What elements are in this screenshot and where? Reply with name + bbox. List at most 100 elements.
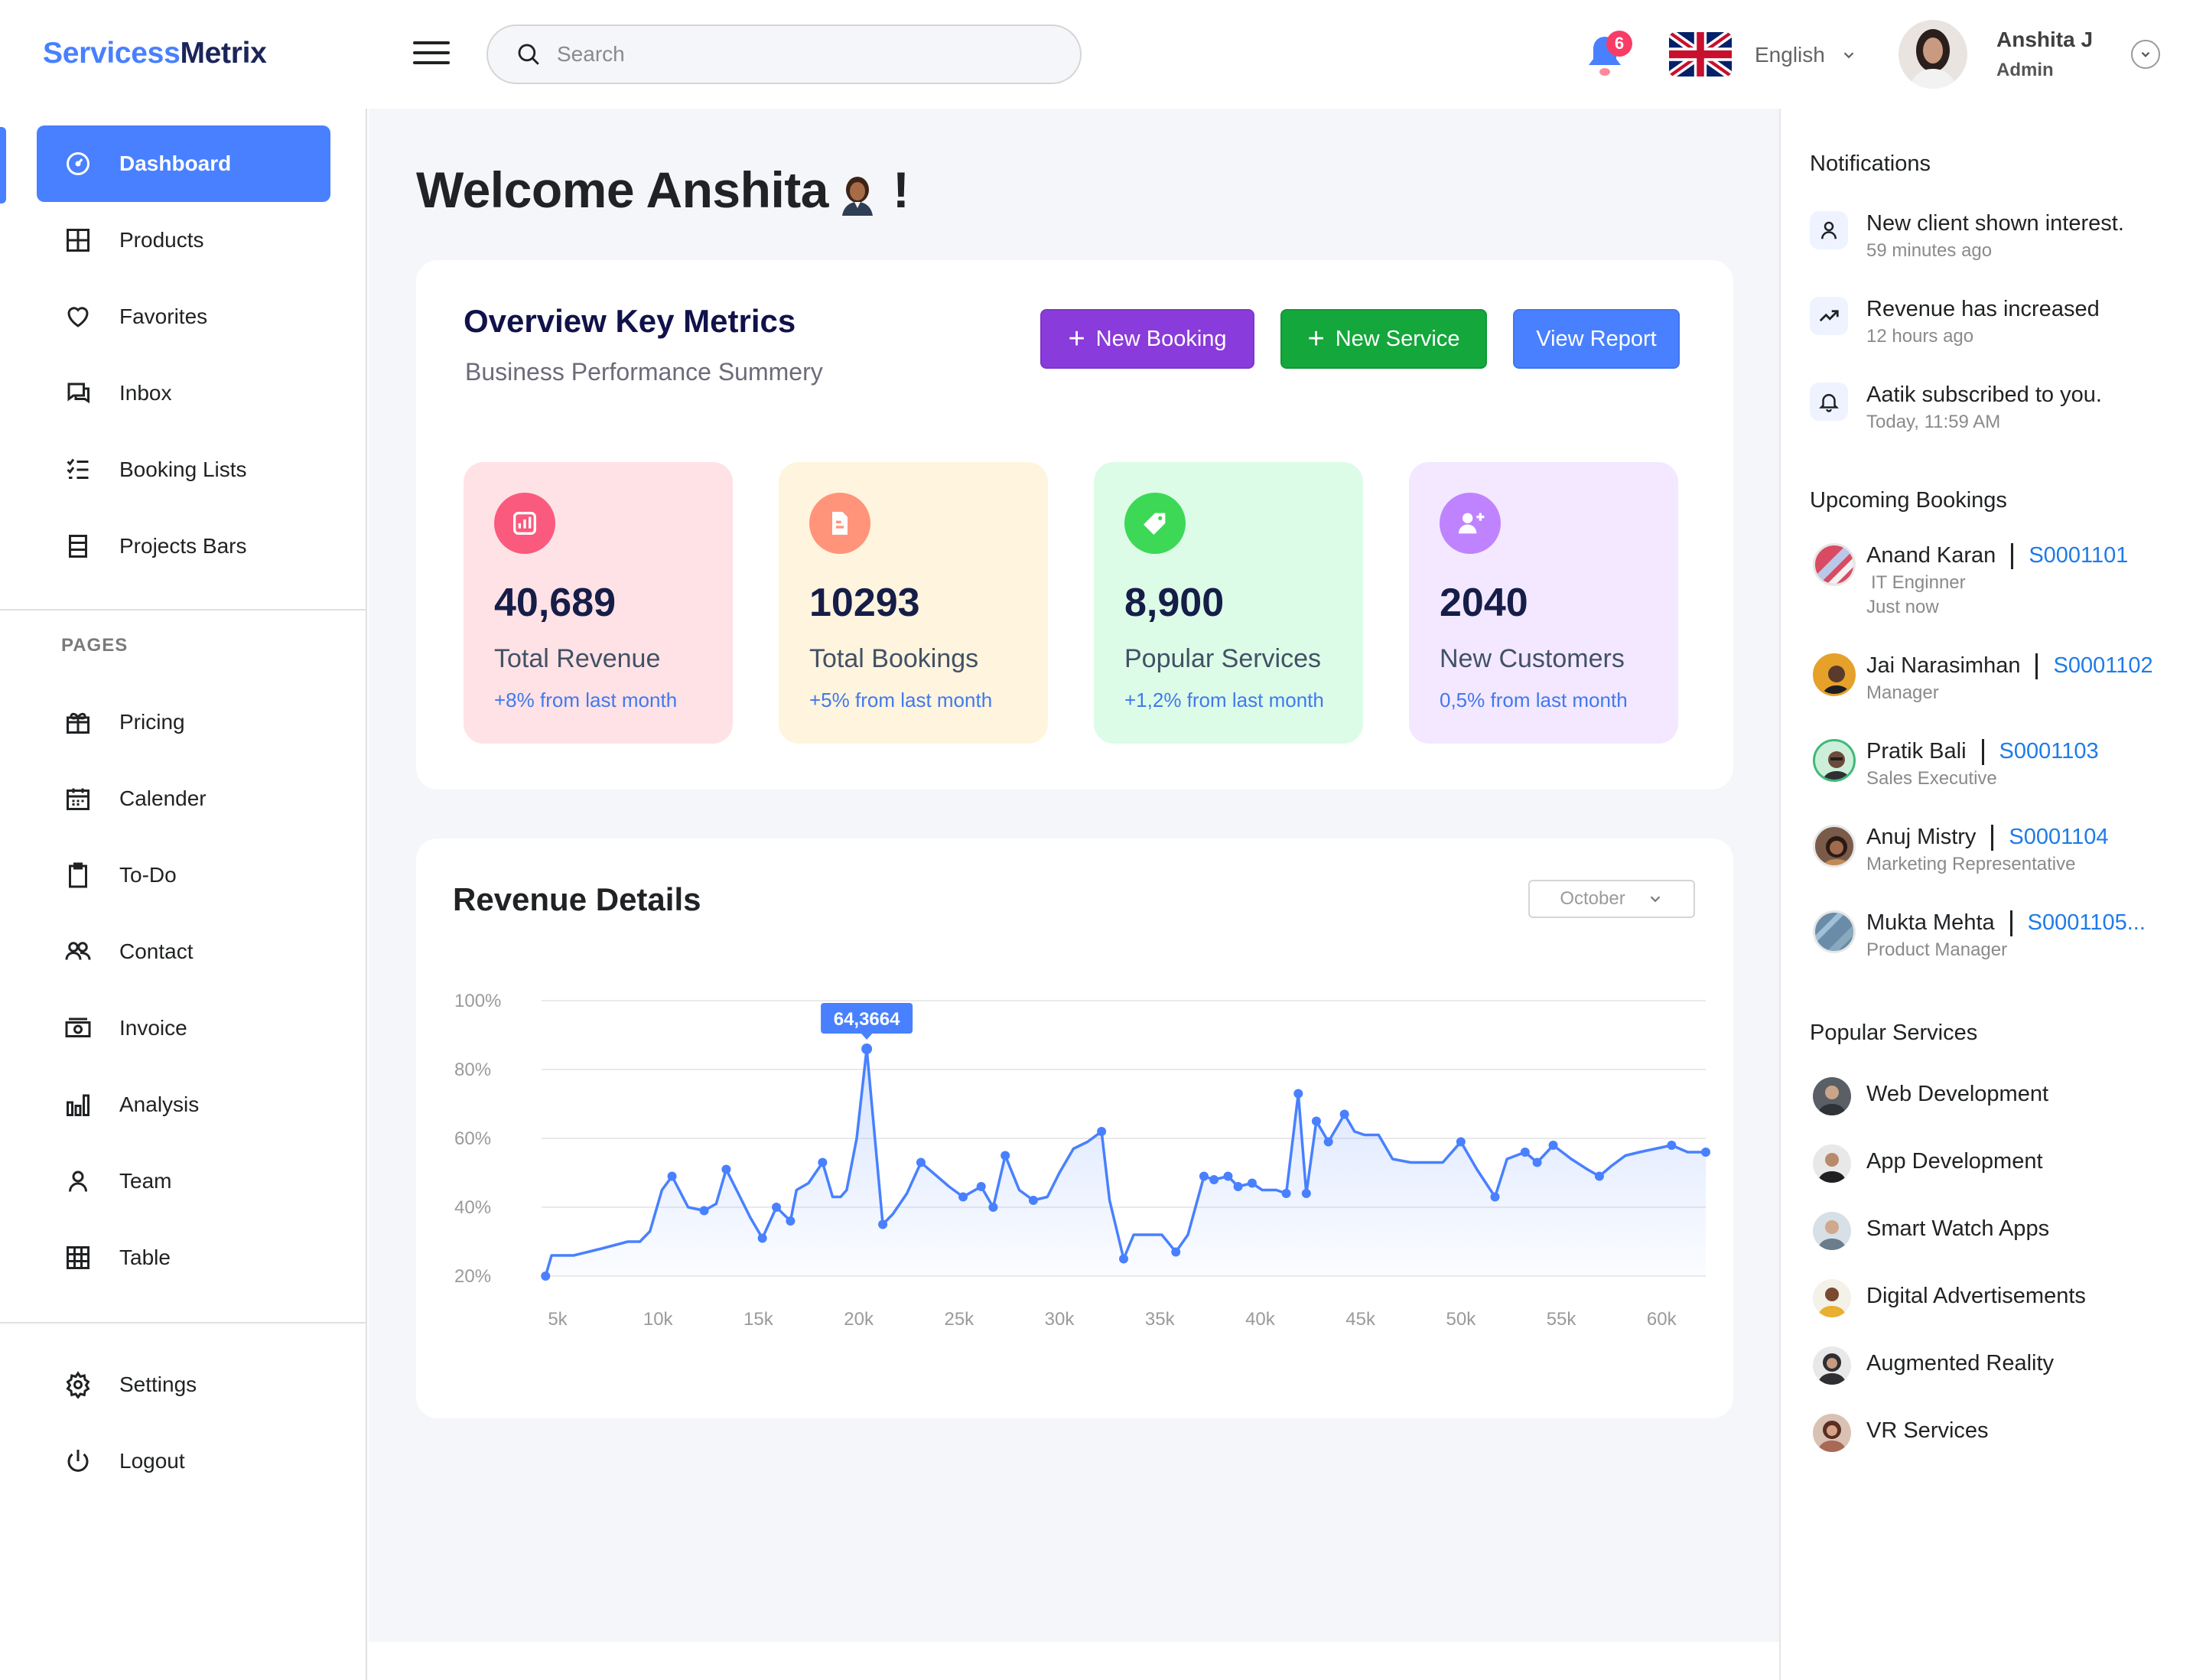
notification-title: Aatik subscribed to you. bbox=[1866, 383, 2102, 407]
booking-code[interactable]: S0001103 bbox=[1999, 739, 2099, 763]
avatar bbox=[1813, 910, 1856, 953]
sidebar-item-booking-lists[interactable]: Booking Lists bbox=[37, 431, 330, 508]
welcome-heading: Welcome Anshita ! bbox=[416, 161, 909, 219]
data-point bbox=[1520, 1148, 1530, 1157]
sidebar-item-to-do[interactable]: To-Do bbox=[37, 837, 330, 913]
user-avatar[interactable] bbox=[1899, 20, 1967, 89]
sidebar-item-label: Projects Bars bbox=[119, 534, 247, 558]
sidebar-item-dashboard[interactable]: Dashboard bbox=[37, 125, 330, 202]
data-point bbox=[721, 1164, 731, 1174]
booking-role: Product Manager bbox=[1866, 939, 2008, 960]
sidebar-item-inbox[interactable]: Inbox bbox=[37, 355, 330, 431]
chevron-down-icon bbox=[2141, 51, 2150, 57]
revenue-chart: 20% 40% 60% 80% 100% 5k 10k 15k 20k 25k 30k 35k 40k 4… bbox=[454, 991, 1710, 1330]
booking-title: Anand Karan S0001101 bbox=[1866, 543, 2128, 570]
service-name: Web Development bbox=[1866, 1082, 2049, 1106]
data-point bbox=[988, 1203, 998, 1212]
y-tick-label: 40% bbox=[454, 1197, 491, 1218]
sidebar-item-projects-bars[interactable]: Projects Bars bbox=[37, 508, 330, 584]
service-name: Augmented Reality bbox=[1866, 1351, 2055, 1376]
metric-card-total-revenue[interactable]: 40,689 Total Revenue +8% from last month bbox=[464, 462, 733, 744]
new-booking-button[interactable]: + New Booking bbox=[1040, 309, 1254, 369]
sidebar-item-team[interactable]: Team bbox=[37, 1143, 330, 1219]
data-point bbox=[1223, 1171, 1233, 1181]
clipboard-icon bbox=[63, 860, 93, 890]
notification-time: 12 hours ago bbox=[1866, 326, 1974, 347]
x-tick-label: 35k bbox=[1145, 1309, 1176, 1330]
view-report-button[interactable]: View Report bbox=[1513, 309, 1680, 369]
sidebar-item-table[interactable]: Table bbox=[37, 1219, 330, 1296]
sidebar-item-label: Team bbox=[119, 1169, 172, 1193]
user-menu-button[interactable] bbox=[2131, 40, 2160, 69]
avatar bbox=[1813, 543, 1856, 586]
booking-code[interactable]: S0001101 bbox=[2029, 543, 2128, 568]
trend-up-icon bbox=[1810, 297, 1848, 335]
revenue-title: Revenue Details bbox=[453, 881, 701, 917]
data-point bbox=[699, 1206, 709, 1216]
data-point bbox=[541, 1271, 551, 1281]
service-name: Smart Watch Apps bbox=[1866, 1216, 2050, 1241]
booking-name: Pratik Bali bbox=[1866, 739, 1967, 763]
x-tick-label: 50k bbox=[1446, 1309, 1477, 1330]
logo-part-2: Metrix bbox=[180, 37, 267, 70]
power-icon bbox=[63, 1446, 93, 1477]
language-selector[interactable]: English bbox=[1755, 43, 1857, 67]
sidebar-item-calender[interactable]: Calender bbox=[37, 760, 330, 837]
app-logo[interactable]: ServicessMetrix bbox=[43, 37, 267, 70]
metric-card-new-customers[interactable]: 2040 New Customers 0,5% from last month bbox=[1409, 462, 1678, 744]
month-dropdown[interactable]: October bbox=[1528, 880, 1695, 918]
data-point bbox=[1233, 1182, 1243, 1191]
avatar bbox=[1813, 1346, 1851, 1385]
booking-name: Mukta Mehta bbox=[1866, 910, 1995, 935]
search-input[interactable] bbox=[557, 42, 1016, 67]
x-tick-label: 60k bbox=[1647, 1309, 1677, 1330]
analysis-icon bbox=[63, 1089, 93, 1120]
data-point bbox=[1667, 1141, 1677, 1150]
booking-code[interactable]: S0001102 bbox=[2053, 653, 2152, 678]
sidebar-item-products[interactable]: Products bbox=[37, 202, 330, 278]
search-bar[interactable] bbox=[486, 24, 1082, 84]
sidebar-item-label: Logout bbox=[119, 1449, 185, 1473]
y-tick-label: 60% bbox=[454, 1128, 491, 1149]
booking-code[interactable]: S0001105... bbox=[2028, 910, 2146, 935]
gear-icon bbox=[63, 1369, 93, 1400]
avatar bbox=[1813, 1144, 1851, 1183]
sidebar-item-invoice[interactable]: Invoice bbox=[37, 990, 330, 1066]
sidebar-item-label: Favorites bbox=[119, 304, 208, 328]
sidebar-item-pricing[interactable]: Pricing bbox=[37, 684, 330, 760]
avatar bbox=[1813, 1279, 1851, 1317]
metric-card-popular-services[interactable]: 8,900 Popular Services +1,2% from last m… bbox=[1094, 462, 1363, 744]
data-point bbox=[1281, 1189, 1291, 1198]
calendar-icon bbox=[63, 783, 93, 814]
grid-icon bbox=[63, 225, 93, 256]
avatar bbox=[1813, 653, 1856, 696]
active-indicator bbox=[0, 127, 6, 203]
highlight-label: 64,3664 bbox=[834, 1009, 900, 1030]
data-point bbox=[818, 1157, 828, 1167]
booking-title: Mukta Mehta S0001105... bbox=[1866, 910, 2146, 937]
sidebar-item-contact[interactable]: Contact bbox=[37, 913, 330, 990]
metric-label: New Customers bbox=[1440, 644, 1625, 673]
avatar bbox=[1813, 739, 1856, 782]
sidebar-item-label: Contact bbox=[119, 939, 194, 963]
booking-title: Pratik Bali S0001103 bbox=[1866, 739, 2099, 766]
avatar bbox=[1813, 1414, 1851, 1452]
chat-icon bbox=[63, 378, 93, 409]
logo-part-1: Servicess bbox=[43, 37, 181, 70]
welcome-text: Welcome Anshita bbox=[416, 161, 828, 218]
uk-flag-icon[interactable] bbox=[1669, 32, 1732, 77]
sidebar-item-favorites[interactable]: Favorites bbox=[37, 278, 330, 355]
notification-title: Revenue has increased bbox=[1866, 297, 2100, 321]
hamburger-menu-icon[interactable] bbox=[413, 41, 450, 70]
sidebar-divider bbox=[0, 1322, 366, 1323]
new-service-button[interactable]: + New Service bbox=[1280, 309, 1487, 369]
y-tick-label: 80% bbox=[454, 1060, 491, 1080]
sidebar-item-logout[interactable]: Logout bbox=[37, 1423, 330, 1499]
metric-card-total-bookings[interactable]: 10293 Total Bookings +5% from last month bbox=[779, 462, 1048, 744]
sidebar-item-analysis[interactable]: Analysis bbox=[37, 1066, 330, 1143]
x-tick-label: 5k bbox=[548, 1309, 568, 1330]
gift-icon bbox=[63, 707, 93, 737]
booking-code[interactable]: S0001104 bbox=[2009, 825, 2108, 849]
sidebar-item-settings[interactable]: Settings bbox=[37, 1346, 330, 1423]
plus-icon: + bbox=[1307, 323, 1325, 355]
